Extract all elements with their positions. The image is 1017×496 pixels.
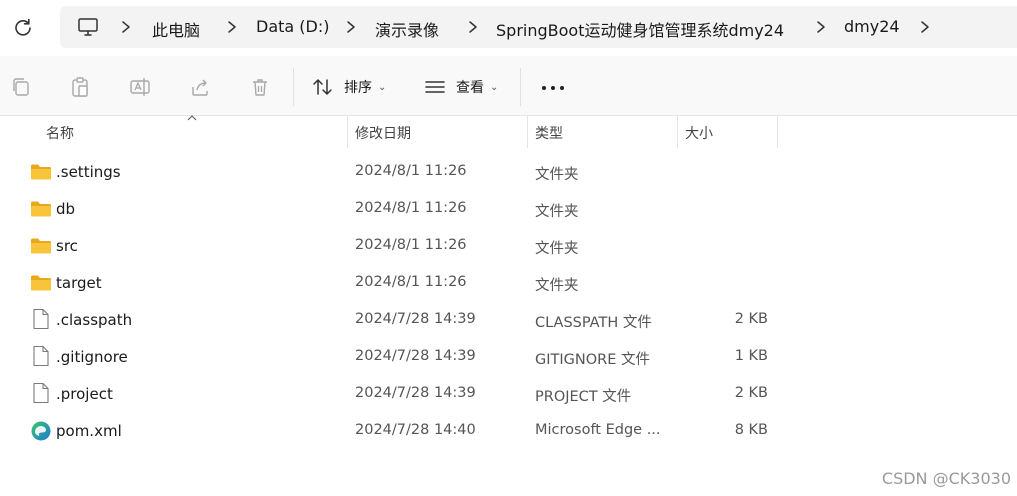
column-divider[interactable] xyxy=(677,116,678,148)
file-icon xyxy=(30,345,52,367)
file-name: .settings xyxy=(56,163,121,181)
command-bar: 排序 ⌄ 查看 ⌄ xyxy=(0,56,1017,116)
toolbar-divider xyxy=(293,68,294,106)
file-type: GITIGNORE 文件 xyxy=(535,352,650,368)
view-list-icon xyxy=(425,81,445,93)
file-type: 文件夹 xyxy=(535,241,579,257)
file-name: .project xyxy=(56,385,113,403)
column-headers: 名称 修改日期 类型 大小 xyxy=(0,116,1017,148)
file-icon xyxy=(30,382,52,404)
file-type: 文件夹 xyxy=(535,278,579,294)
file-size: 2 KB xyxy=(734,385,768,401)
file-type: CLASSPATH 文件 xyxy=(535,315,652,331)
file-name: src xyxy=(56,237,78,255)
chevron-right-icon[interactable] xyxy=(814,19,828,35)
toolbar-divider xyxy=(520,68,521,106)
refresh-icon xyxy=(15,18,31,36)
chevron-down-icon: ⌄ xyxy=(378,81,387,93)
file-name: .classpath xyxy=(56,311,133,329)
chevron-right-icon[interactable] xyxy=(918,19,932,35)
chevron-right-icon[interactable] xyxy=(466,19,480,35)
file-row[interactable]: db 2024/8/1 11:26 文件夹 xyxy=(0,191,1017,228)
column-divider[interactable] xyxy=(347,116,348,148)
file-date: 2024/7/28 14:39 xyxy=(355,311,476,327)
file-date: 2024/7/28 14:39 xyxy=(355,348,476,364)
rename-icon[interactable] xyxy=(129,76,151,98)
sort-button[interactable]: 排序 ⌄ xyxy=(312,74,386,100)
file-type: 文件夹 xyxy=(535,167,579,183)
file-size: 2 KB xyxy=(734,311,768,327)
file-row[interactable]: .gitignore 2024/7/28 14:39 GITIGNORE 文件 1 K… xyxy=(0,339,1017,376)
sort-label: 排序 xyxy=(344,80,372,96)
copy-icon[interactable] xyxy=(10,76,32,98)
watermark: CSDN @CK3030 xyxy=(881,469,1011,488)
file-row[interactable]: pom.xml 2024/7/28 14:40 Microsoft Edge ...… xyxy=(0,413,1017,450)
file-type: PROJECT 文件 xyxy=(535,389,632,405)
file-row[interactable]: .settings 2024/8/1 11:26 文件夹 xyxy=(0,154,1017,191)
delete-icon[interactable] xyxy=(249,76,271,98)
chevron-down-icon: ⌄ xyxy=(490,81,499,93)
chevron-right-icon[interactable] xyxy=(344,19,358,35)
breadcrumb-item[interactable]: dmy24 xyxy=(844,17,900,36)
file-row[interactable]: src 2024/8/1 11:26 文件夹 xyxy=(0,228,1017,265)
file-name: db xyxy=(56,200,76,218)
more-options-button[interactable] xyxy=(540,80,566,94)
file-name: .gitignore xyxy=(56,348,128,366)
file-name: pom.xml xyxy=(56,422,122,440)
this-pc-icon[interactable] xyxy=(76,15,100,39)
column-header-type[interactable]: 类型 xyxy=(535,123,563,143)
address-box[interactable]: 此电脑 Data (D:) 演示录像 SpringBoot运动健身馆管理系统dmy24… xyxy=(60,6,1017,48)
file-date: 2024/7/28 14:39 xyxy=(355,385,476,401)
edge-browser-icon xyxy=(30,420,52,441)
sort-icon xyxy=(313,79,332,95)
file-type: 文件夹 xyxy=(535,204,579,220)
file-name: target xyxy=(56,274,102,292)
column-header-name[interactable]: 名称 xyxy=(46,123,74,143)
address-bar-row: 此电脑 Data (D:) 演示录像 SpringBoot运动健身馆管理系统dmy24… xyxy=(0,0,1017,56)
view-label: 查看 xyxy=(456,80,484,96)
column-header-size[interactable]: 大小 xyxy=(685,123,713,143)
file-row[interactable]: target 2024/8/1 11:26 文件夹 xyxy=(0,265,1017,302)
file-date: 2024/8/1 11:26 xyxy=(355,237,467,253)
chevron-right-icon[interactable] xyxy=(119,19,133,35)
column-header-date[interactable]: 修改日期 xyxy=(355,123,411,143)
folder-icon xyxy=(30,162,52,182)
file-list: .settings 2024/8/1 11:26 文件夹 db 2024/8/1 11:… xyxy=(0,154,1017,450)
file-type: Microsoft Edge ... xyxy=(535,422,661,438)
folder-icon xyxy=(30,199,52,219)
view-button[interactable]: 查看 ⌄ xyxy=(424,74,498,100)
paste-icon[interactable] xyxy=(69,76,91,98)
column-divider[interactable] xyxy=(527,116,528,148)
file-row[interactable]: .project 2024/7/28 14:39 PROJECT 文件 2 KB xyxy=(0,376,1017,413)
file-icon xyxy=(30,308,52,330)
column-divider[interactable] xyxy=(777,116,778,148)
file-date: 2024/7/28 14:40 xyxy=(355,422,476,438)
file-size: 1 KB xyxy=(734,348,768,364)
breadcrumb-item[interactable]: 此电脑 xyxy=(152,17,200,41)
share-icon[interactable] xyxy=(189,76,211,98)
file-size: 8 KB xyxy=(734,422,768,438)
folder-icon xyxy=(30,236,52,256)
breadcrumb-item[interactable]: SpringBoot运动健身馆管理系统dmy24 xyxy=(496,17,784,41)
file-date: 2024/8/1 11:26 xyxy=(355,163,467,179)
breadcrumb-item[interactable]: Data (D:) xyxy=(256,17,329,36)
refresh-button[interactable] xyxy=(10,14,36,40)
file-date: 2024/8/1 11:26 xyxy=(355,274,467,290)
folder-icon xyxy=(30,273,52,293)
breadcrumb-item[interactable]: 演示录像 xyxy=(375,17,439,41)
more-icon xyxy=(542,86,564,90)
file-date: 2024/8/1 11:26 xyxy=(355,200,467,216)
file-row[interactable]: .classpath 2024/7/28 14:39 CLASSPATH 文件 2 K… xyxy=(0,302,1017,339)
chevron-right-icon[interactable] xyxy=(225,19,239,35)
